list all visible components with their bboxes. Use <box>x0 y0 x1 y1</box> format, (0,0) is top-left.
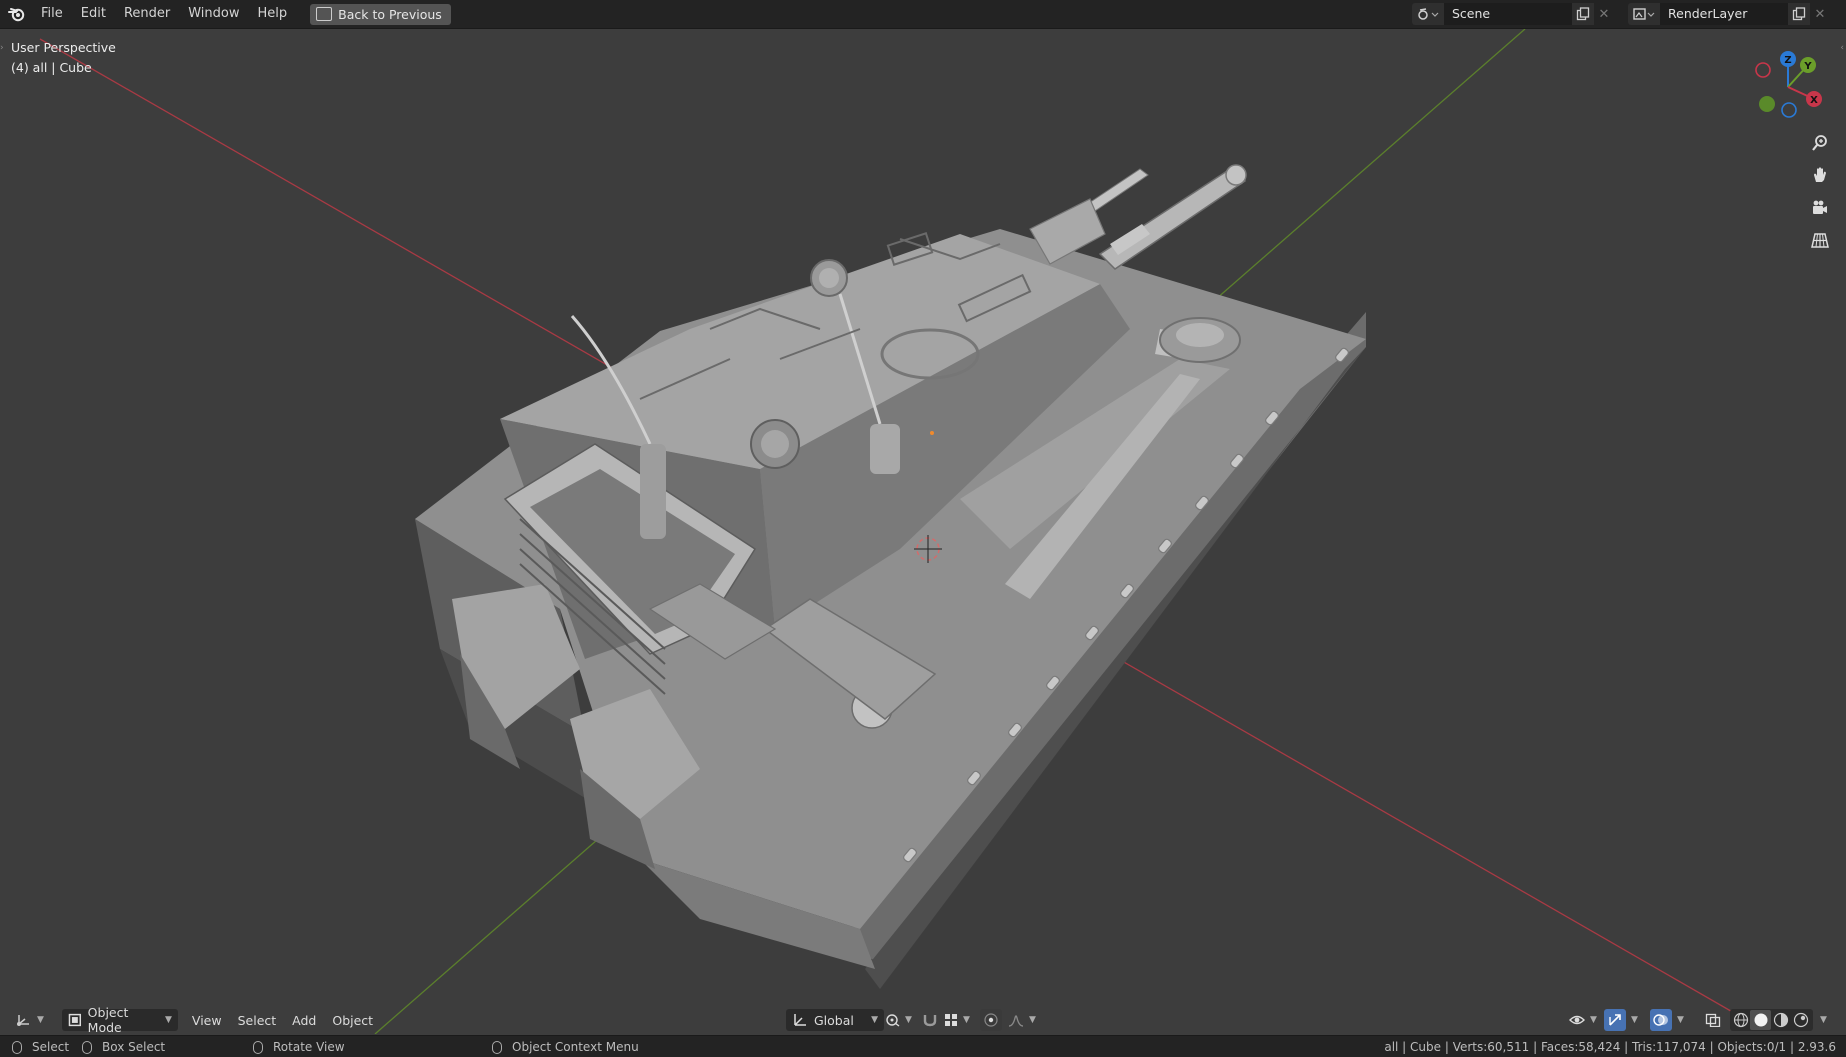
editor-type-button[interactable]: ▼ <box>10 1009 50 1031</box>
menu-help[interactable]: Help <box>249 0 297 28</box>
tank-model[interactable] <box>415 164 1366 989</box>
camera-view-icon[interactable] <box>1807 195 1833 221</box>
scene-statistics: all | Cube | Verts:60,511 | Faces:58,424… <box>1384 1040 1836 1054</box>
3d-viewport[interactable]: User Perspective (4) all | Cube › ‹ Z Y … <box>0 29 1846 1034</box>
menu-window[interactable]: Window <box>179 0 248 28</box>
snap-toggle[interactable] <box>918 1009 942 1031</box>
back-to-previous-label: Back to Previous <box>338 6 442 22</box>
back-window-icon <box>316 7 333 21</box>
view-name-label: User Perspective <box>11 40 116 55</box>
header-menu-select[interactable]: Select <box>230 1013 285 1028</box>
status-select: Select <box>12 1036 69 1057</box>
snap-target-dropdown[interactable]: ▼ <box>940 1009 974 1031</box>
perspective-grid-icon[interactable] <box>1807 227 1833 253</box>
xray-icon <box>1705 1013 1721 1027</box>
transform-orientation-dropdown[interactable]: Global ▼ <box>786 1009 884 1031</box>
status-rotate-view: Rotate View <box>253 1036 345 1057</box>
overlays-options-dropdown[interactable]: ▼ <box>1674 1009 1687 1031</box>
top-menu-bar: File Edit Render Window Help Back to Pre… <box>0 0 1846 29</box>
blender-logo-icon[interactable] <box>6 0 28 28</box>
object-origin <box>930 431 934 435</box>
header-menu-object[interactable]: Object <box>324 1013 381 1028</box>
overlays-icon <box>1653 1014 1668 1026</box>
delete-view-layer-close-icon[interactable]: ✕ <box>1810 3 1830 25</box>
xray-toggle[interactable] <box>1702 1009 1724 1031</box>
status-box-select-label: Box Select <box>102 1040 166 1054</box>
material-preview-icon[interactable] <box>1771 1012 1791 1028</box>
pivot-icon <box>886 1014 900 1027</box>
view-layer-selector: RenderLayer ✕ <box>1628 3 1830 25</box>
status-context-menu: Object Context Menu <box>492 1036 639 1057</box>
back-to-previous-button[interactable]: Back to Previous <box>310 3 451 25</box>
pan-hand-icon[interactable] <box>1807 162 1833 188</box>
object-mode-dropdown[interactable]: Object Mode ▼ <box>61 1005 178 1035</box>
view-layer-browse-button[interactable] <box>1628 3 1660 25</box>
mouse-drag-icon <box>82 1040 92 1054</box>
collection-info-label: (4) all | Cube <box>11 60 92 75</box>
proportional-editing-toggle[interactable] <box>980 1009 1002 1031</box>
object-visibility-dropdown[interactable]: ▼ <box>1566 1009 1600 1031</box>
gizmo-arrow-icon <box>1609 1014 1621 1026</box>
gizmo-z-label: Z <box>1784 55 1791 66</box>
scene-name-field[interactable]: Scene <box>1444 3 1572 25</box>
zoom-icon[interactable] <box>1807 130 1833 156</box>
header-menu-view[interactable]: View <box>184 1013 230 1028</box>
status-rotate-view-label: Rotate View <box>273 1040 345 1054</box>
mouse-right-icon <box>492 1040 502 1054</box>
blender-window: File Edit Render Window Help Back to Pre… <box>0 0 1846 1057</box>
magnet-icon <box>923 1015 937 1027</box>
delete-scene-close-icon[interactable]: ✕ <box>1594 3 1614 25</box>
status-bar: Select Box Select Rotate View Object Con… <box>0 1035 1846 1057</box>
duplicate-icon <box>1576 7 1590 21</box>
wireframe-shading-icon[interactable] <box>1732 1012 1750 1028</box>
rendered-shading-icon[interactable] <box>1791 1012 1811 1028</box>
sidebar-expand-chevron-icon[interactable]: ‹ <box>1840 43 1844 53</box>
falloff-curve-icon <box>1008 1015 1024 1027</box>
orientation-axes-icon <box>794 1014 806 1026</box>
gizmo-options-dropdown[interactable]: ▼ <box>1628 1009 1641 1031</box>
object-mode-label: Object Mode <box>87 1005 129 1035</box>
header-menu-add[interactable]: Add <box>284 1013 324 1028</box>
proportional-dot-icon <box>984 1013 998 1027</box>
shading-mode-group <box>1730 1009 1813 1031</box>
toolbar-expand-chevron-icon[interactable]: › <box>0 43 4 53</box>
new-view-layer-button[interactable] <box>1788 3 1810 25</box>
show-overlays-toggle[interactable] <box>1650 1009 1672 1031</box>
3d-viewport-icon <box>17 1015 29 1026</box>
shading-options-dropdown[interactable]: ▼ <box>1817 1009 1830 1031</box>
status-select-label: Select <box>32 1040 70 1054</box>
status-box-select: Box Select <box>82 1036 165 1057</box>
viewport-scene <box>39 29 1737 1034</box>
status-context-menu-label: Object Context Menu <box>512 1040 639 1054</box>
scene-icon <box>1418 8 1439 20</box>
scene-selector: Scene ✕ <box>1412 3 1614 25</box>
solid-shading-icon[interactable] <box>1750 1010 1771 1030</box>
menu-edit[interactable]: Edit <box>72 0 115 28</box>
proportional-falloff-dropdown[interactable]: ▼ <box>1004 1009 1040 1031</box>
viewport-header: ▼ Object Mode ▼ View Select Add Object G… <box>0 1005 1846 1035</box>
snap-grid-icon <box>945 1014 957 1026</box>
pivot-point-dropdown[interactable]: ▼ <box>880 1009 916 1031</box>
gizmo-x-label: X <box>1810 95 1818 106</box>
object-mode-icon <box>68 1013 81 1027</box>
render-layer-name-field[interactable]: RenderLayer <box>1660 3 1788 25</box>
new-scene-button[interactable] <box>1572 3 1594 25</box>
duplicate-icon <box>1792 7 1806 21</box>
scene-browse-button[interactable] <box>1412 3 1444 25</box>
menu-file[interactable]: File <box>32 0 72 28</box>
gizmo-y-label: Y <box>1803 61 1812 72</box>
eye-icon <box>1569 1015 1585 1025</box>
render-layer-icon <box>1633 8 1655 20</box>
menu-render[interactable]: Render <box>115 0 179 28</box>
navigation-gizmo[interactable]: Z Y X <box>1748 47 1834 135</box>
mouse-middle-icon <box>253 1040 263 1054</box>
orientation-label: Global <box>814 1012 854 1028</box>
show-gizmo-toggle[interactable] <box>1604 1009 1626 1031</box>
mouse-left-icon <box>12 1040 22 1054</box>
